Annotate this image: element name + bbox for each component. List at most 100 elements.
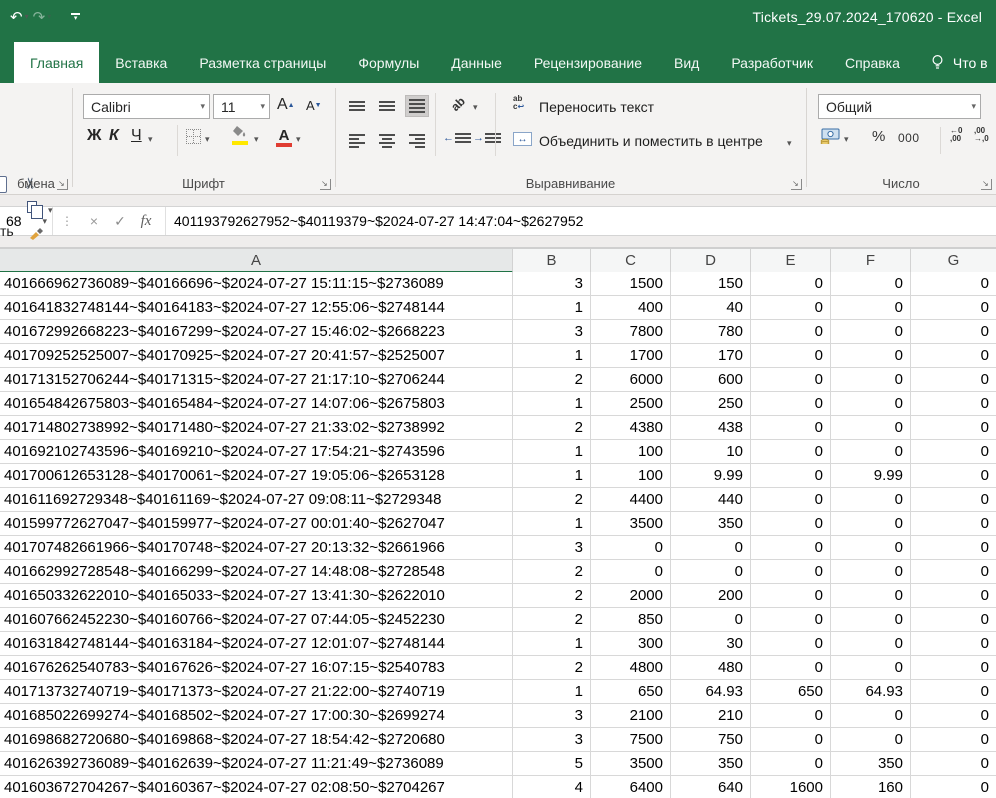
- table-cell[interactable]: 0: [751, 512, 831, 536]
- table-cell[interactable]: 0: [831, 704, 911, 728]
- table-cell[interactable]: 401676262540783~$40167626~$2024-07-27 16…: [0, 656, 513, 680]
- table-cell[interactable]: 100: [591, 464, 671, 488]
- table-cell[interactable]: 2: [513, 656, 591, 680]
- table-cell[interactable]: 0: [751, 464, 831, 488]
- table-cell[interactable]: 300: [591, 632, 671, 656]
- table-cell[interactable]: 0: [671, 560, 751, 584]
- table-cell[interactable]: 0: [831, 512, 911, 536]
- table-cell[interactable]: 1700: [591, 344, 671, 368]
- table-cell[interactable]: 4400: [591, 488, 671, 512]
- decrease-indent-button[interactable]: ←: [443, 132, 471, 144]
- number-dialog-launcher[interactable]: ↘: [981, 179, 992, 190]
- tab-help[interactable]: Справка: [829, 42, 916, 83]
- tab-review[interactable]: Рецензирование: [518, 42, 658, 83]
- merge-center-icon[interactable]: ↔: [513, 132, 532, 146]
- table-cell[interactable]: 0: [591, 536, 671, 560]
- table-cell[interactable]: 440: [671, 488, 751, 512]
- table-cell[interactable]: 350: [671, 752, 751, 776]
- table-cell[interactable]: 401631842748144~$40163184~$2024-07-27 12…: [0, 632, 513, 656]
- font-color-button[interactable]: А: [276, 127, 292, 147]
- table-cell[interactable]: 1: [513, 512, 591, 536]
- table-cell[interactable]: 350: [831, 752, 911, 776]
- copy-icon[interactable]: [27, 201, 37, 213]
- table-cell[interactable]: 401607662452230~$40160766~$2024-07-27 07…: [0, 608, 513, 632]
- tab-home[interactable]: Главная: [14, 42, 99, 83]
- table-cell[interactable]: 10: [671, 440, 751, 464]
- table-cell[interactable]: 0: [751, 584, 831, 608]
- formula-bar-drag-handle[interactable]: ⋮: [53, 214, 81, 228]
- table-cell[interactable]: 4800: [591, 656, 671, 680]
- table-cell[interactable]: 0: [751, 440, 831, 464]
- table-cell[interactable]: 0: [911, 440, 996, 464]
- table-cell[interactable]: 0: [751, 392, 831, 416]
- table-cell[interactable]: 401666962736089~$40166696~$2024-07-27 15…: [0, 272, 513, 296]
- table-cell[interactable]: 0: [751, 656, 831, 680]
- merge-center-button[interactable]: Объединить и поместить в центре: [539, 133, 763, 149]
- tab-data[interactable]: Данные: [435, 42, 518, 83]
- table-cell[interactable]: 0: [911, 416, 996, 440]
- currency-icon[interactable]: [820, 128, 840, 144]
- table-cell[interactable]: 0: [831, 416, 911, 440]
- table-cell[interactable]: 9.99: [831, 464, 911, 488]
- table-cell[interactable]: 650: [591, 680, 671, 704]
- table-cell[interactable]: 0: [911, 752, 996, 776]
- table-cell[interactable]: 40: [671, 296, 751, 320]
- table-cell[interactable]: 400: [591, 296, 671, 320]
- align-middle-button[interactable]: [375, 95, 399, 117]
- increase-indent-button[interactable]: →: [473, 132, 501, 144]
- table-cell[interactable]: 0: [911, 512, 996, 536]
- bold-button[interactable]: Ж: [87, 127, 101, 145]
- font-name-combobox[interactable]: Calibri ▾: [83, 94, 210, 119]
- table-cell[interactable]: 0: [831, 368, 911, 392]
- table-cell[interactable]: 0: [591, 560, 671, 584]
- name-box-dropdown-icon[interactable]: ▾: [42, 216, 52, 227]
- table-cell[interactable]: 0: [751, 704, 831, 728]
- table-cell[interactable]: 401700612653128~$40170061~$2024-07-27 19…: [0, 464, 513, 488]
- tab-insert[interactable]: Вставка: [99, 42, 183, 83]
- table-cell[interactable]: 0: [751, 632, 831, 656]
- table-cell[interactable]: 0: [751, 344, 831, 368]
- tab-page-layout[interactable]: Разметка страницы: [183, 42, 342, 83]
- table-cell[interactable]: 2: [513, 560, 591, 584]
- undo-dropdown-icon[interactable]: ▾: [25, 12, 29, 21]
- table-cell[interactable]: 0: [831, 392, 911, 416]
- formula-input[interactable]: 401193792627952~$40119379~$2024-07-27 14…: [166, 213, 996, 229]
- table-cell[interactable]: 401650332622010~$40165033~$2024-07-27 13…: [0, 584, 513, 608]
- column-header-C[interactable]: C: [591, 249, 671, 273]
- table-cell[interactable]: 200: [671, 584, 751, 608]
- tab-view[interactable]: Вид: [658, 42, 715, 83]
- format-painter-icon[interactable]: [28, 227, 44, 241]
- table-cell[interactable]: 780: [671, 320, 751, 344]
- table-cell[interactable]: 2: [513, 368, 591, 392]
- table-cell[interactable]: 0: [751, 560, 831, 584]
- clipboard-dialog-launcher[interactable]: ↘: [57, 179, 68, 190]
- table-cell[interactable]: 3: [513, 272, 591, 296]
- table-cell[interactable]: 1: [513, 464, 591, 488]
- table-cell[interactable]: 0: [751, 368, 831, 392]
- redo-button[interactable]: ↷ ▾: [33, 8, 52, 26]
- table-cell[interactable]: 0: [911, 608, 996, 632]
- tab-developer[interactable]: Разработчик: [715, 42, 829, 83]
- borders-icon[interactable]: [186, 129, 201, 144]
- table-cell[interactable]: 0: [831, 344, 911, 368]
- table-cell[interactable]: 0: [671, 536, 751, 560]
- align-bottom-button[interactable]: [405, 95, 429, 117]
- table-cell[interactable]: 2: [513, 608, 591, 632]
- table-cell[interactable]: 0: [911, 584, 996, 608]
- table-cell[interactable]: 170: [671, 344, 751, 368]
- table-cell[interactable]: 3500: [591, 512, 671, 536]
- copy-dropdown-icon[interactable]: ▾: [48, 205, 53, 216]
- font-size-dropdown-icon[interactable]: ▾: [256, 101, 265, 112]
- table-cell[interactable]: 3500: [591, 752, 671, 776]
- table-cell[interactable]: 401611692729348~$40161169~$2024-07-27 09…: [0, 488, 513, 512]
- table-cell[interactable]: 401713732740719~$40171373~$2024-07-27 21…: [0, 680, 513, 704]
- table-cell[interactable]: 4380: [591, 416, 671, 440]
- table-cell[interactable]: 9.99: [671, 464, 751, 488]
- table-cell[interactable]: 2000: [591, 584, 671, 608]
- column-header-F[interactable]: F: [831, 249, 911, 273]
- borders-dropdown-icon[interactable]: ▾: [205, 134, 210, 145]
- table-cell[interactable]: 0: [831, 656, 911, 680]
- increase-font-button[interactable]: А▲: [277, 96, 295, 114]
- table-cell[interactable]: 401662992728548~$40166299~$2024-07-27 14…: [0, 560, 513, 584]
- table-cell[interactable]: 0: [911, 344, 996, 368]
